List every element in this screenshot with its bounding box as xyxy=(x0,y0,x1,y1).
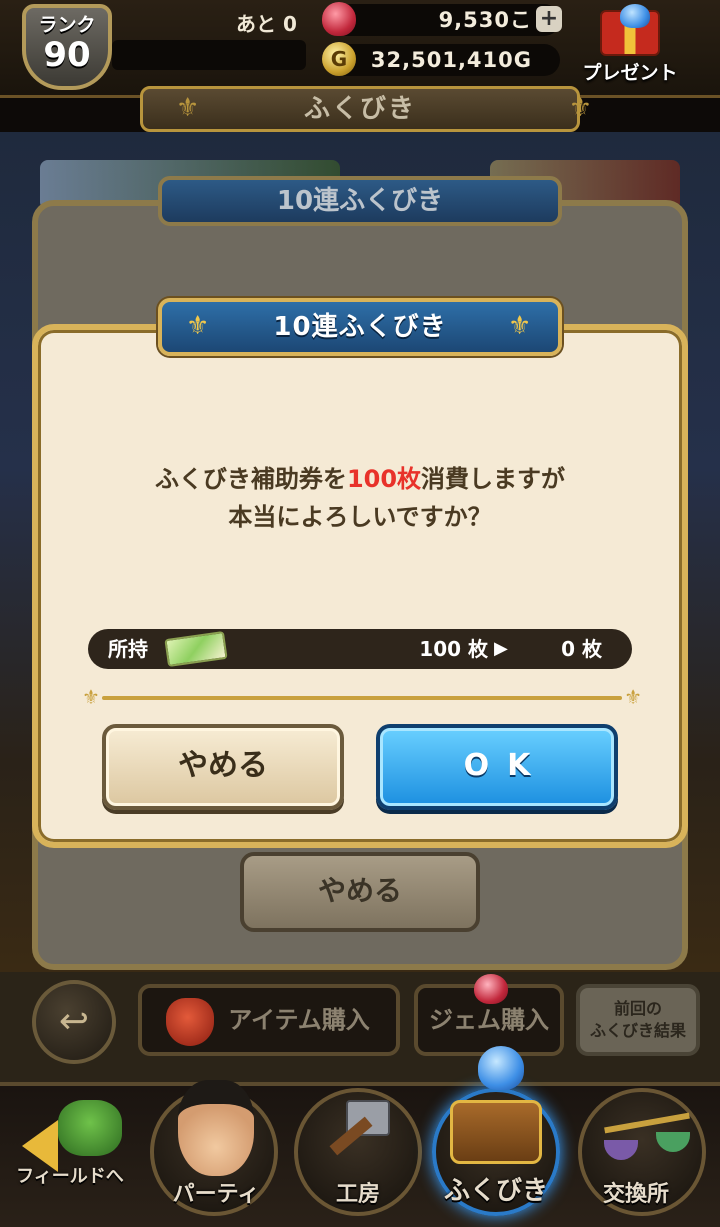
dialog-title: 10連ふくびき xyxy=(158,298,562,356)
tree-icon xyxy=(58,1100,122,1156)
prev-result-line1: 前回の xyxy=(613,999,662,1018)
message-text: 消費しますが xyxy=(421,465,566,493)
item-bag-icon xyxy=(166,998,214,1046)
owned-after: 0 枚 xyxy=(561,637,602,661)
owned-label: 所持 xyxy=(108,637,148,661)
hammer-icon xyxy=(322,1100,392,1170)
scale-pan xyxy=(604,1140,638,1160)
gem-count: 9,530こ xyxy=(330,4,560,36)
ticket-count-bar: 所持 100 枚 ▶ 0 枚 xyxy=(88,629,632,669)
nav-label-field: フィールドへ xyxy=(16,1166,124,1187)
gem-buy-label: ジェム購入 xyxy=(429,1006,549,1034)
fleur-right-icon: ⚜ xyxy=(568,93,592,123)
present-label: プレゼント xyxy=(582,62,678,84)
gold-count: 32,501,410G xyxy=(330,44,560,76)
gold-coin-icon: G xyxy=(322,42,356,76)
fleur-left-icon: ⚜ xyxy=(176,93,200,123)
add-gems-button[interactable]: + xyxy=(536,6,562,32)
message-text: ふくびき補助券を xyxy=(154,465,347,493)
ok-button[interactable]: OK xyxy=(376,724,618,810)
message-text: 本当によろしいですか？ xyxy=(228,503,492,531)
rank-badge: ランク 90 xyxy=(22,4,112,90)
background-panel-title: 10連ふくびき xyxy=(158,176,562,226)
gem-buy-button[interactable]: ジェム購入 xyxy=(414,974,564,1056)
arrow-right-icon: ▶ xyxy=(494,638,508,659)
rank-label: ランク xyxy=(38,14,96,36)
item-buy-label: アイテム購入 xyxy=(228,1006,370,1034)
ticket-amount: 100枚 xyxy=(346,465,422,493)
owned-before: 100 枚 xyxy=(419,637,488,661)
previous-result-button[interactable]: 前回の ふくびき結果 xyxy=(576,984,700,1056)
nav-label-fukubiki: ふくびき xyxy=(443,1176,548,1206)
fleur-left-icon: ⚜ xyxy=(186,311,210,341)
balance-scale-icon xyxy=(604,1110,690,1170)
remaining-count: あと 0 xyxy=(236,12,297,36)
background-cancel-button: やめる xyxy=(240,852,480,932)
cancel-button[interactable]: やめる xyxy=(102,724,344,810)
return-arrow-icon: ↩ xyxy=(58,1001,90,1042)
nav-label-exchange: 交換所 xyxy=(602,1182,669,1207)
prev-result-line2: ふくびき結果 xyxy=(589,1021,686,1040)
back-button[interactable]: ↩ xyxy=(32,980,116,1064)
present-button[interactable]: プレゼント xyxy=(580,4,680,94)
fleur-left-icon: ⚜ xyxy=(82,685,100,709)
scale-pan xyxy=(656,1132,690,1152)
treasure-chest-icon xyxy=(450,1100,542,1164)
scale-beam xyxy=(604,1112,690,1134)
nav-label-workshop: 工房 xyxy=(335,1182,380,1207)
divider-line xyxy=(102,696,622,700)
item-buy-button[interactable]: アイテム購入 xyxy=(138,984,400,1056)
divider: ⚜ ⚜ xyxy=(82,685,642,709)
fleur-right-icon: ⚜ xyxy=(624,685,642,709)
hero-portrait-icon xyxy=(178,1080,254,1176)
rank-exp-bar xyxy=(112,40,306,70)
fleur-right-icon: ⚜ xyxy=(508,311,532,341)
nav-label-party: パーティ xyxy=(172,1182,260,1207)
gem-icon xyxy=(474,974,508,1004)
slime-icon xyxy=(478,1046,524,1090)
confirm-message: ふくびき補助券を100枚消費しますが 本当によろしいですか？ xyxy=(60,460,660,536)
slime-icon xyxy=(620,4,650,28)
gem-icon xyxy=(322,2,356,36)
ticket-icon xyxy=(164,630,228,668)
rank-value: 90 xyxy=(43,35,91,75)
